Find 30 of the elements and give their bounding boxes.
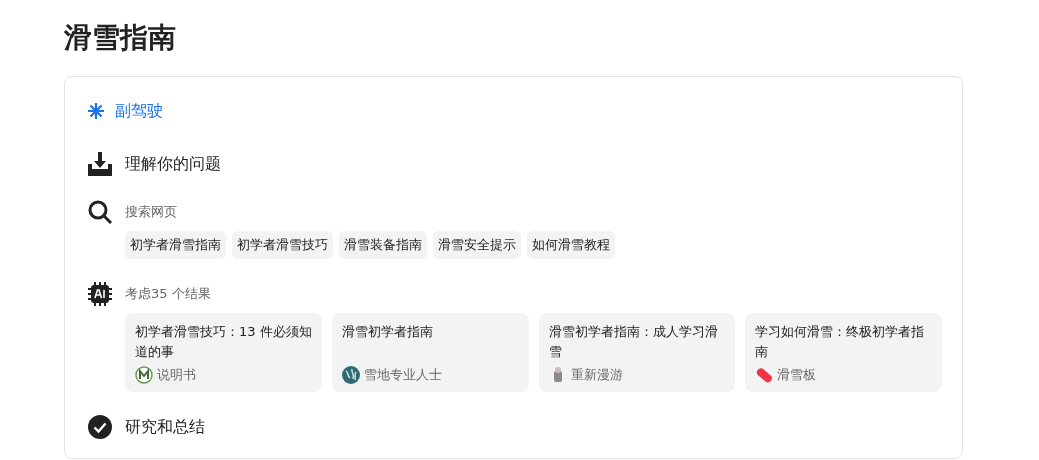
result-title: 学习如何滑雪：终极初学者指南: [755, 323, 926, 361]
query-chip: 滑雪安全提示: [433, 231, 521, 259]
page-title: 滑雪指南: [64, 20, 177, 56]
result-source: 雪地专业人士: [363, 366, 442, 384]
copilot-label: 副驾驶: [115, 100, 163, 122]
result-card[interactable]: 滑雪初学者指南：成人学习滑雪 重新漫游: [538, 313, 736, 392]
result-title: 初学者滑雪技巧：13 件必须知道的事: [135, 323, 312, 361]
step-label: 考虑35 个结果: [125, 285, 212, 303]
query-chip: 滑雪装备指南: [339, 231, 427, 259]
ai-chip-icon: [87, 281, 113, 307]
step-label: 研究和总结: [125, 416, 206, 438]
sparkle-icon: [87, 102, 105, 120]
result-card[interactable]: 学习如何滑雪：终极初学者指南 滑雪板: [745, 313, 942, 392]
m-logo-icon: [135, 366, 153, 384]
result-card[interactable]: 滑雪初学者指南 雪地专业人士: [331, 313, 529, 392]
result-source: 重新漫游: [570, 366, 623, 384]
result-source: 滑雪板: [777, 366, 817, 384]
query-chip: 初学者滑雪技巧: [232, 231, 333, 259]
query-chip: 如何滑雪教程: [527, 231, 615, 259]
step-label: 搜索网页: [125, 203, 178, 221]
query-chip: 初学者滑雪指南: [125, 231, 226, 259]
search-icon: [87, 199, 113, 225]
result-title: 滑雪初学者指南：成人学习滑雪: [548, 323, 719, 361]
result-title: 滑雪初学者指南: [341, 323, 434, 341]
pattern-logo-icon: [341, 366, 360, 384]
step-label: 理解你的问题: [125, 153, 222, 175]
check-circle-icon: [87, 414, 113, 440]
download-tray-icon: [87, 151, 113, 177]
result-card[interactable]: 初学者滑雪技巧：13 件必须知道的事 说明书: [125, 313, 322, 392]
result-source: 说明书: [157, 366, 196, 384]
